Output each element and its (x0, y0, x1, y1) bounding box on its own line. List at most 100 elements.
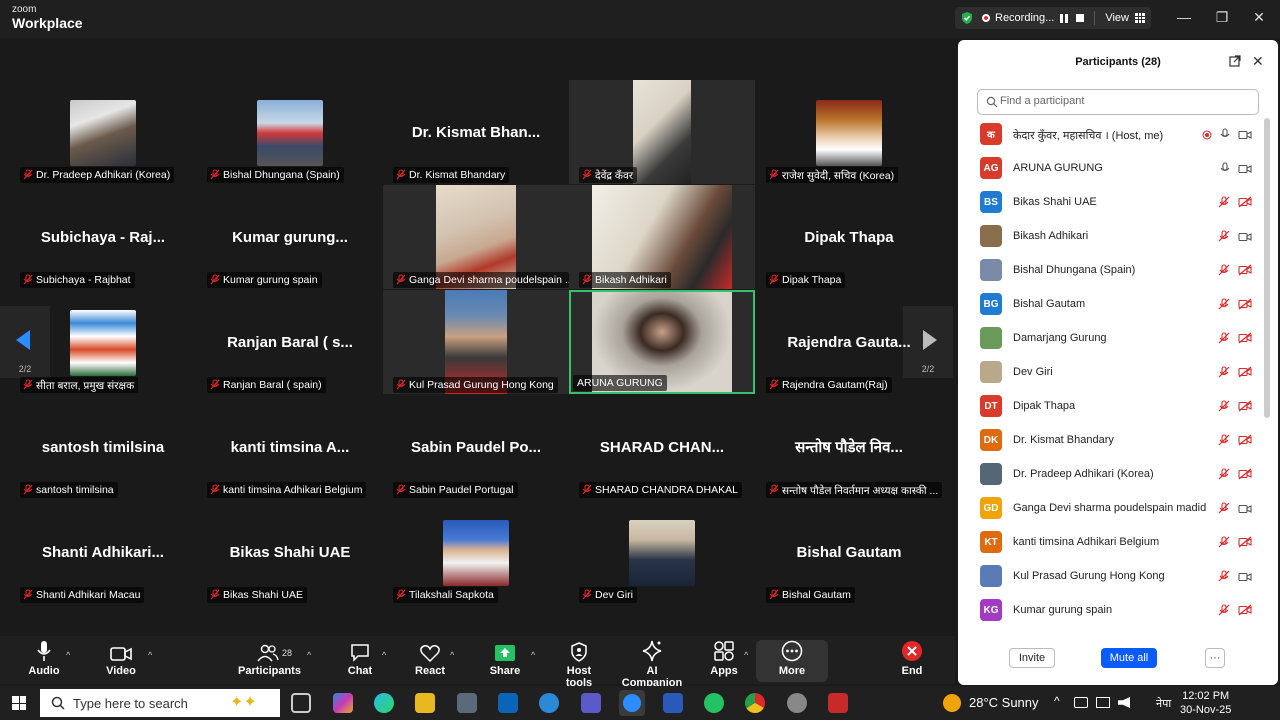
more-button[interactable]: More (772, 636, 812, 684)
close-panel-icon[interactable]: ✕ (1252, 53, 1264, 70)
video-tile[interactable]: Dr. Kismat Bhan... Dr. Kismat Bhandary (383, 80, 569, 184)
participant-row[interactable]: क केदार कुँवर, महासचिव । (Host, me) (980, 118, 1260, 152)
video-tile[interactable]: Kul Prasad Gurung Hong Kong (383, 290, 569, 394)
system-clock[interactable]: 12:02 PM 30-Nov-25 (1180, 689, 1231, 717)
video-tile[interactable]: Ganga Devi sharma poudelspain ... (383, 185, 569, 289)
battery-icon[interactable] (1074, 697, 1088, 708)
mic-muted-icon[interactable] (1218, 569, 1230, 587)
participant-row[interactable]: BG Bishal Gautam (980, 288, 1260, 322)
video-tile[interactable]: Tilakshali Sapkota (383, 500, 569, 604)
edge-browser-icon[interactable] (374, 693, 394, 713)
mic-muted-icon[interactable] (1218, 297, 1230, 315)
pause-recording-icon[interactable] (1060, 13, 1069, 23)
video-tile[interactable]: Dev Giri (569, 500, 755, 604)
audio-button[interactable]: Audio (24, 636, 64, 684)
close-window-button[interactable]: ✕ (1249, 9, 1269, 26)
participant-row[interactable]: Damarjang Gurung (980, 322, 1260, 356)
grid-view-icon[interactable] (1134, 13, 1145, 23)
mic-muted-icon[interactable] (1218, 195, 1230, 213)
mic-muted-icon[interactable] (1218, 263, 1230, 281)
chrome-icon[interactable] (745, 693, 765, 713)
outlook-icon[interactable] (498, 693, 518, 713)
mic-muted-icon[interactable] (1218, 331, 1230, 349)
video-options-chevron-icon[interactable]: ^ (148, 650, 152, 660)
video-tile[interactable]: kanti timsina A... kanti timsina Adhikar… (197, 395, 383, 499)
task-view-icon[interactable] (291, 693, 311, 713)
photos-icon[interactable] (457, 693, 477, 713)
video-tile[interactable]: Ranjan Baral ( s... Ranjan Baral ( spain… (197, 290, 383, 394)
pop-out-icon[interactable] (1229, 55, 1241, 67)
video-off-icon[interactable] (1238, 603, 1252, 621)
video-tile[interactable]: देवेंद्र कँवर (569, 80, 755, 184)
invite-button[interactable]: Invite (1009, 648, 1055, 668)
participants-options-chevron-icon[interactable]: ^ (307, 650, 311, 660)
participant-row[interactable]: DK Dr. Kismat Bhandary (980, 424, 1260, 458)
search-input[interactable] (1000, 95, 1250, 107)
video-tile[interactable]: Bishal Gautam Bishal Gautam (756, 500, 942, 604)
mic-muted-icon[interactable] (1218, 399, 1230, 417)
mic-muted-icon[interactable] (1218, 229, 1230, 247)
mic-muted-icon[interactable] (1218, 603, 1230, 621)
stop-recording-icon[interactable] (1076, 14, 1085, 22)
mic-muted-icon[interactable] (1218, 467, 1230, 485)
video-tile[interactable]: राजेश सुवेदी, सचिव (Korea) (756, 80, 942, 184)
video-off-icon[interactable] (1238, 297, 1252, 315)
video-off-icon[interactable] (1238, 399, 1252, 417)
video-tile[interactable]: Sabin Paudel Po... Sabin Paudel Portugal (383, 395, 569, 499)
video-off-icon[interactable] (1238, 433, 1252, 451)
language-indicator[interactable]: नेपा (1156, 696, 1171, 711)
video-camera-icon[interactable] (1238, 127, 1252, 145)
video-tile[interactable]: सीता बराल, प्रमुख संरक्षक (10, 290, 196, 394)
app-icon[interactable] (539, 693, 559, 713)
video-camera-icon[interactable] (1238, 229, 1252, 247)
mic-muted-icon[interactable] (1218, 535, 1230, 553)
video-tile[interactable]: Dipak Thapa Dipak Thapa (756, 185, 942, 289)
settings-gear-icon[interactable] (787, 693, 807, 713)
participant-row[interactable]: Dev Giri (980, 356, 1260, 390)
active-speaker-tile[interactable]: ARUNA GURUNG (569, 290, 755, 394)
video-tile[interactable]: santosh timilsina santosh timilsina (10, 395, 196, 499)
video-off-icon[interactable] (1238, 467, 1252, 485)
windows-start-icon[interactable] (12, 696, 26, 710)
zoom-taskbar-active-icon[interactable] (619, 690, 645, 716)
video-off-icon[interactable] (1238, 195, 1252, 213)
participant-search[interactable] (977, 89, 1259, 115)
teams-icon[interactable] (581, 693, 601, 713)
end-meeting-button[interactable]: End (892, 636, 932, 684)
weather-text[interactable]: 28°C Sunny (969, 695, 1039, 710)
share-options-chevron-icon[interactable]: ^ (531, 650, 535, 660)
video-off-icon[interactable] (1238, 535, 1252, 553)
ai-companion-button[interactable]: AI Companion (616, 636, 688, 689)
mute-all-button[interactable]: Mute all (1101, 648, 1157, 668)
video-tile[interactable]: Bikash Adhikari (569, 185, 755, 289)
whatsapp-icon[interactable] (704, 693, 724, 713)
react-button[interactable]: React (410, 636, 450, 684)
participant-row[interactable]: BS Bikas Shahi UAE (980, 186, 1260, 220)
mic-muted-icon[interactable] (1218, 365, 1230, 383)
video-button[interactable]: Video (101, 636, 141, 684)
tray-chevron-icon[interactable]: ^ (1054, 694, 1060, 708)
participant-row[interactable]: KG Kumar gurung spain (980, 594, 1260, 628)
participant-row[interactable]: DT Dipak Thapa (980, 390, 1260, 424)
participants-button[interactable]: Participants (238, 636, 301, 684)
participant-row[interactable]: AG ARUNA GURUNG (980, 152, 1260, 186)
video-camera-icon[interactable] (1238, 569, 1252, 587)
apps-button[interactable]: Apps (704, 636, 744, 684)
microphone-icon[interactable] (1220, 127, 1230, 145)
video-camera-icon[interactable] (1238, 501, 1252, 519)
video-tile[interactable]: Shanti Adhikari... Shanti Adhikari Macau (10, 500, 196, 604)
video-tile[interactable]: Dr. Pradeep Adhikari (Korea) (10, 80, 196, 184)
volume-icon[interactable] (1118, 697, 1130, 708)
mic-muted-icon[interactable] (1218, 501, 1230, 519)
participant-row[interactable]: Dr. Pradeep Adhikari (Korea) (980, 458, 1260, 492)
microphone-icon[interactable] (1220, 161, 1230, 179)
audio-options-chevron-icon[interactable]: ^ (66, 650, 70, 660)
mic-muted-icon[interactable] (1218, 433, 1230, 451)
copilot-icon[interactable] (333, 693, 353, 713)
participant-row[interactable]: Bikash Adhikari (980, 220, 1260, 254)
taskbar-search[interactable]: Type here to search ✦✦ (40, 689, 280, 717)
participant-list-scrollbar[interactable] (1264, 118, 1270, 418)
video-camera-icon[interactable] (1238, 161, 1252, 179)
more-options-button[interactable]: ··· (1205, 648, 1225, 668)
video-tile[interactable]: Rajendra Gauta... Rajendra Gautam(Raj) (756, 290, 942, 394)
